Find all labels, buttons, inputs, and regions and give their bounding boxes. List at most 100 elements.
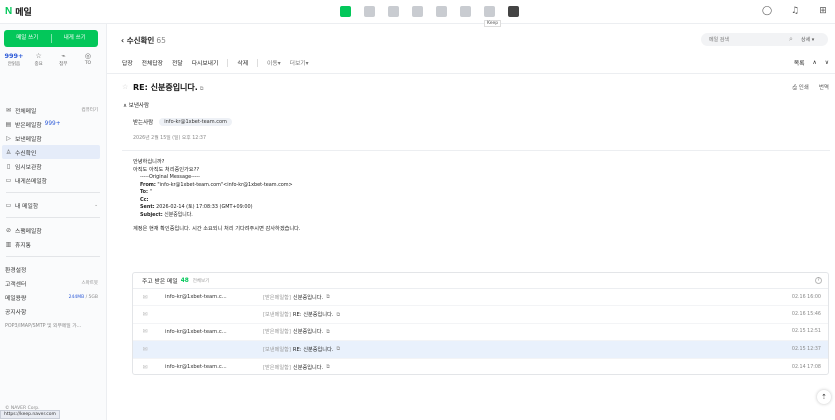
talk-icon[interactable]: ◯ [761, 5, 773, 17]
sidebar-item-sent[interactable]: ▷ 보낸메일함 [0, 131, 106, 145]
mail-view: ‹ 수신확인65 ⌕ 상세 ▾ 답장 전체답장 전달 다시보내기 삭제 이동▾ … [107, 24, 835, 420]
sidebar-item-inbox[interactable]: ▤ 받은메일함 999+ [0, 117, 106, 131]
envelope-icon: ✉ [142, 363, 148, 371]
grid-menu-icon[interactable]: ⊞ [817, 5, 829, 17]
row-folder: [받은메일함] [263, 329, 291, 336]
mail-app-icon[interactable] [340, 6, 351, 17]
external-link-icon[interactable]: ⧉ [326, 294, 330, 300]
smartbot-link[interactable]: 스마트봇 [81, 280, 98, 286]
sidebar-item-trash[interactable]: ▥ 휴지통 [0, 237, 106, 251]
resend-button[interactable]: 다시보내기 [192, 58, 219, 67]
quoted-sent: Sent: 2026-02-14 (토) 17:08:33 (GMT+09:00… [140, 204, 301, 212]
help-icon[interactable]: ? [815, 277, 822, 284]
related-row[interactable]: ✉ info-kr@1xbet-team.c... [받은메일함] 신분중입니다… [133, 359, 828, 376]
all-mail-hint: 컴퓨터기 [81, 108, 98, 113]
related-row[interactable]: ✉ info-kr@1xbet-team.c... [받은메일함] 신분중입니다… [133, 324, 828, 342]
recipient-chip[interactable]: info-kr@1xbet-team.com [159, 118, 232, 126]
related-row-current[interactable]: ✉ [보낸메일함] RE: 신분중입니다. ⧉ 02.15 12:37 [133, 341, 828, 359]
external-link-icon[interactable]: ⧉ [326, 364, 330, 370]
star-icon[interactable]: ☆ [122, 83, 128, 91]
important-label: 중요 [34, 62, 43, 67]
compose-button[interactable]: 메일 쓰기 [4, 30, 51, 47]
naver-mail-logo[interactable]: N 메일 [5, 5, 32, 18]
translate-button[interactable]: 번역 [819, 83, 829, 92]
prev-mail-icon[interactable]: ∧ [813, 60, 817, 66]
mail-title: 메일 [15, 8, 32, 18]
sidebar-item-settings[interactable]: 환경설정 [0, 262, 106, 276]
forward-button[interactable]: 전달 [172, 58, 183, 67]
related-row[interactable]: ✉ info-kr@1xbet-team.c... [받은메일함] 신분중입니다… [133, 289, 828, 307]
quoted-to-key: To: [140, 189, 149, 195]
sidebar-item-storage[interactable]: 메일용량 244MB / 5GB [0, 290, 106, 304]
list-button[interactable]: 목록 [794, 58, 805, 67]
search-icon[interactable]: ⌕ [789, 35, 793, 44]
inbox-count: 999+ [44, 121, 61, 127]
keep-bookmark-icon[interactable] [508, 6, 519, 17]
sidebar-item-label: 임시보관함 [15, 164, 42, 171]
folder-icon: ▭ [5, 201, 12, 209]
more-button[interactable]: 더보기▾ [290, 58, 309, 67]
envelope-icon: ✉ [142, 345, 148, 353]
office-app-icon[interactable] [460, 6, 471, 17]
chevron-down-icon[interactable]: ⌄ [94, 203, 98, 208]
next-mail-icon[interactable]: ∨ [825, 60, 829, 66]
unread-filter[interactable]: 999+ 안읽음 [4, 52, 24, 67]
attachment-filter[interactable]: ⌁ 첨부 [53, 52, 73, 67]
sidebar-item-notice[interactable]: 공지사항 [0, 304, 106, 318]
sidebar-item-drafts[interactable]: ▯ 임시보관함 [0, 159, 106, 173]
sidebar-divider [6, 256, 100, 257]
sender-toggle[interactable]: ∧ 보낸사람 [123, 101, 149, 109]
search-box: ⌕ 상세 ▾ [701, 33, 828, 46]
toolbar-right: 목록 ∧ ∨ [794, 58, 835, 68]
sidebar-item-pop3[interactable]: POP3/IMAP/SMTP 및 외부메일 가... [0, 318, 106, 332]
sidebar-item-spam[interactable]: ⊘ 스팸메일함 [0, 223, 106, 237]
bell-icon[interactable]: ♫ [789, 5, 801, 17]
detail-label: 상세 [801, 37, 811, 43]
view-all-link[interactable]: 전체보기 [193, 278, 210, 284]
to-me-filter[interactable]: ◎ TO [78, 52, 98, 67]
sidebar-item-label: 보낸메일함 [15, 136, 42, 143]
body-gap [133, 219, 301, 226]
quoted-from: From: "info-kr@1xbet-team.com"<info-kr@1… [140, 182, 301, 190]
reply-button[interactable]: 답장 [122, 58, 133, 67]
vibe-app-icon[interactable] [484, 6, 495, 17]
quoted-sent-key: Sent: [140, 204, 155, 210]
sidebar-item-read-receipt[interactable]: ♙ 수신확인 [2, 145, 100, 159]
delete-button[interactable]: 삭제 [237, 58, 248, 67]
reply-all-button[interactable]: 전체답장 [142, 58, 163, 67]
memo-app-icon[interactable] [388, 6, 399, 17]
scroll-to-top-button[interactable]: ⇡ [817, 390, 831, 404]
search-input[interactable] [701, 33, 781, 46]
external-link-icon[interactable]: ⧉ [200, 86, 204, 92]
sidebar-item-help[interactable]: 고객센터 스마트봇 [0, 276, 106, 290]
quick-filters: 999+ 안읽음 ☆ 중요 ⌁ 첨부 ◎ TO [4, 52, 104, 67]
mail-actions: ⎙ 인쇄 번역 [793, 83, 829, 92]
calendar-app-icon[interactable] [364, 6, 375, 17]
row-title: 신분중입니다. [292, 329, 324, 336]
detail-search-button[interactable]: 상세 ▾ [801, 36, 814, 43]
unread-count: 999+ [4, 52, 24, 60]
external-link-icon[interactable]: ⧉ [337, 312, 341, 318]
sidebar-item-label: 메일용량 [5, 295, 27, 302]
move-label: 이동 [267, 61, 278, 67]
sidebar-item-to-self[interactable]: ▭ 내게쓴메일함 [0, 173, 106, 187]
related-row[interactable]: ✉ [보낸메일함] RE: 신분중입니다. ⧉ 02.16 15:46 [133, 306, 828, 324]
mybox-app-icon[interactable] [436, 6, 447, 17]
external-link-icon[interactable]: ⧉ [337, 346, 341, 352]
move-button[interactable]: 이동▾ [267, 58, 281, 67]
write-to-self-button[interactable]: 내게 쓰기 [52, 30, 99, 47]
print-button[interactable]: ⎙ 인쇄 [793, 83, 809, 92]
important-filter[interactable]: ☆ 중요 [29, 52, 49, 67]
trash-icon: ▥ [5, 240, 12, 248]
subject-text: RE: 신분중입니다. [133, 83, 198, 92]
sidebar-item-all-mail[interactable]: ✉ 전체메일 컴퓨터기 [0, 103, 106, 117]
print-label: 인쇄 [798, 85, 809, 91]
external-link-icon[interactable]: ⧉ [326, 329, 330, 335]
row-time: 02.15 12:51 [791, 329, 821, 335]
sidebar-item-my-folders[interactable]: ▭ 내 메일함 ⌄ [0, 198, 106, 212]
contacts-app-icon[interactable] [412, 6, 423, 17]
quoted-cc-key: Cc: [140, 196, 149, 203]
top-right-actions: ◯ ♫ ⊞ [761, 5, 829, 17]
sidebar-item-label: 환경설정 [5, 267, 27, 274]
sidebar-item-label: 공지사항 [5, 309, 27, 316]
